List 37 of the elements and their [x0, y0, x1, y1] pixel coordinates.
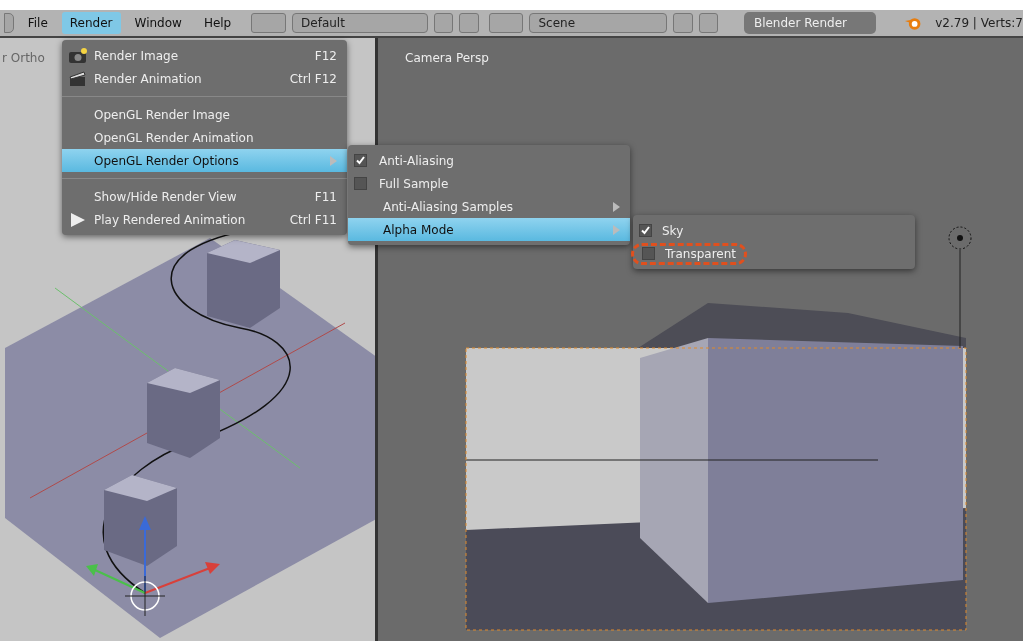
- submenu-arrow-icon: [612, 201, 620, 212]
- submenu-arrow-icon: [329, 155, 337, 166]
- version-stats: v2.79 | Verts:7: [935, 16, 1023, 30]
- submenu-arrow-icon: [612, 224, 620, 235]
- render-engine-dropdown[interactable]: Blender Render: [743, 12, 876, 34]
- checkbox[interactable]: [354, 154, 367, 167]
- menu-item[interactable]: Full Sample: [348, 172, 630, 195]
- lamp-icon: [948, 226, 972, 250]
- viewport-title: Camera Persp: [405, 51, 489, 65]
- menu-item[interactable]: Help: [195, 12, 240, 34]
- menu-item[interactable]: Anti-Aliasing: [348, 149, 630, 172]
- checkbox[interactable]: [642, 247, 655, 260]
- scene-selector-button[interactable]: [488, 13, 524, 33]
- menu-item[interactable]: Anti-Aliasing Samples: [348, 195, 630, 218]
- transform-gizmo-icon: [86, 516, 220, 617]
- menu-item[interactable]: File: [19, 12, 56, 34]
- checkbox[interactable]: [639, 224, 652, 237]
- menu-item[interactable]: OpenGL Render Animation: [62, 126, 347, 149]
- checkbox[interactable]: [354, 177, 367, 190]
- viewport-title: r Ortho: [2, 51, 45, 65]
- menu-item[interactable]: Render Image F12: [62, 44, 347, 67]
- layout-selector-button[interactable]: [251, 13, 287, 33]
- menu-item[interactable]: Sky: [633, 219, 915, 242]
- menu-item[interactable]: Alpha Mode: [348, 218, 630, 241]
- scene-field[interactable]: Scene: [529, 13, 668, 33]
- layout-field[interactable]: Default: [292, 13, 428, 33]
- clapperboard-icon: [68, 70, 88, 87]
- menu-item[interactable]: Transparent: [633, 242, 915, 265]
- camera-icon: [68, 47, 88, 64]
- menu-item[interactable]: Show/Hide Render View F11: [62, 185, 347, 208]
- menu-item[interactable]: Render Animation Ctrl F12: [62, 67, 347, 90]
- editor-type-button[interactable]: [4, 13, 14, 33]
- menu-item[interactable]: Render: [61, 12, 121, 34]
- menu-item[interactable]: OpenGL Render Image: [62, 103, 347, 126]
- menu-item[interactable]: Play Rendered Animation Ctrl F11: [62, 208, 347, 231]
- menu-item[interactable]: OpenGL Render Options: [62, 149, 347, 172]
- menu-item[interactable]: Window: [126, 12, 190, 34]
